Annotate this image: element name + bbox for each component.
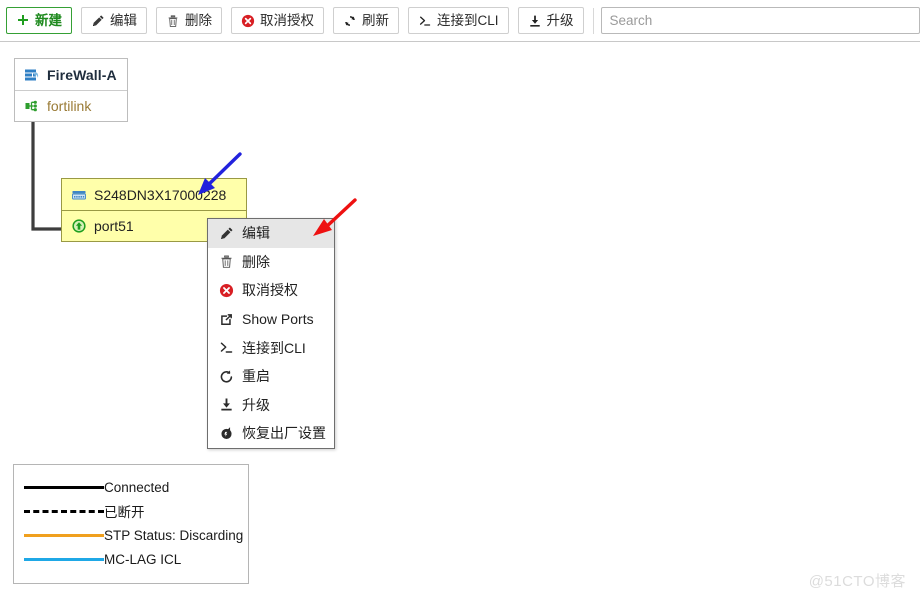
context-menu-item-factory-reset[interactable]: 恢复出厂设置 [208, 419, 334, 448]
firewall-icon [24, 67, 40, 83]
trash-icon [219, 254, 234, 269]
legend-item: STP Status: Discarding [14, 523, 248, 547]
external-link-icon [219, 312, 234, 327]
deauthorize-button-label: 取消授权 [260, 12, 314, 28]
context-menu-item-deauthorize[interactable]: 取消授权 [208, 276, 334, 305]
topology-canvas[interactable]: FireWall-A fortilink S248DN3X17000228 po… [0, 42, 920, 599]
switch-icon [71, 187, 87, 203]
trash-icon [166, 14, 180, 28]
switch-device-name: S248DN3X17000228 [94, 186, 227, 203]
deauthorize-icon [219, 283, 234, 298]
refresh-icon [343, 14, 357, 28]
restart-icon [219, 369, 234, 384]
context-menu-item-label: 删除 [242, 253, 270, 270]
new-button-label: 新建 [35, 12, 62, 28]
context-menu-item-upgrade[interactable]: 升级 [208, 391, 334, 420]
legend-item: 已断开 [14, 499, 248, 523]
delete-button[interactable]: 删除 [156, 7, 222, 34]
context-menu-item-label: 编辑 [242, 225, 270, 242]
connect-to-cli-button[interactable]: 连接到CLI [408, 7, 509, 34]
context-menu-item-connect-to-cli[interactable]: 连接到CLI [208, 333, 334, 362]
context-menu-item-show-ports[interactable]: Show Ports [208, 305, 334, 334]
legend: Connected 已断开 STP Status: Discarding MC-… [13, 464, 249, 584]
context-menu-item-edit[interactable]: 编辑 [208, 219, 334, 248]
plus-icon [16, 14, 30, 28]
legend-label: Connected [104, 479, 170, 495]
upgrade-button[interactable]: 升级 [517, 7, 584, 34]
toolbar: 新建 编辑 删除 取消授权 刷新 连接到CLI 升级 Search [0, 0, 920, 42]
deauthorize-icon [241, 14, 255, 28]
firewall-port-name: fortilink [47, 98, 92, 114]
delete-button-label: 删除 [185, 12, 212, 28]
legend-swatch-mclag-icl [24, 553, 104, 565]
upgrade-icon [528, 14, 542, 28]
legend-label: 已断开 [104, 505, 145, 520]
upgrade-button-label: 升级 [546, 12, 574, 28]
context-menu[interactable]: 编辑 删除 取消授权 Show Ports 连接到CLI 重启 升级 恢复出厂设… [207, 218, 335, 449]
factory-reset-icon [219, 426, 234, 441]
context-menu-item-restart[interactable]: 重启 [208, 362, 334, 391]
edit-button[interactable]: 编辑 [81, 7, 147, 34]
port-up-arrow-icon [71, 218, 87, 234]
context-menu-item-label: Show Ports [242, 311, 314, 328]
deauthorize-button[interactable]: 取消授权 [231, 7, 324, 34]
legend-item: Connected [14, 475, 248, 499]
legend-swatch-disconnected [24, 505, 104, 517]
legend-label: MC-LAG ICL [104, 551, 182, 567]
search-input[interactable] [600, 7, 920, 34]
context-menu-item-label: 连接到CLI [242, 339, 306, 356]
upgrade-icon [219, 397, 234, 412]
toolbar-separator [592, 7, 594, 34]
firewall-device-row[interactable]: FireWall-A [15, 59, 127, 90]
connect-to-cli-button-label: 连接到CLI [437, 12, 499, 28]
legend-swatch-connected [24, 481, 104, 493]
switch-port-name: port51 [94, 218, 134, 234]
context-menu-item-label: 重启 [242, 368, 270, 385]
pencil-icon [219, 226, 234, 241]
fortilink-icon [24, 98, 40, 114]
context-menu-item-label: 恢复出厂设置 [242, 425, 326, 442]
legend-swatch-stp-discarding [24, 529, 104, 541]
topology-node-firewall[interactable]: FireWall-A fortilink [14, 58, 128, 122]
new-button[interactable]: 新建 [6, 7, 72, 34]
context-menu-item-label: 升级 [242, 396, 270, 413]
cli-prompt-icon [219, 340, 234, 355]
refresh-button[interactable]: 刷新 [333, 7, 399, 34]
firewall-port-row[interactable]: fortilink [15, 90, 127, 121]
pencil-icon [91, 14, 105, 28]
switch-device-row[interactable]: S248DN3X17000228 [62, 179, 246, 210]
edit-button-label: 编辑 [110, 12, 137, 28]
legend-item: MC-LAG ICL [14, 547, 248, 571]
watermark: @51CTO博客 [808, 573, 906, 590]
context-menu-item-label: 取消授权 [242, 282, 298, 299]
context-menu-item-delete[interactable]: 删除 [208, 248, 334, 277]
firewall-device-name: FireWall-A [47, 66, 117, 83]
refresh-button-label: 刷新 [362, 12, 389, 28]
legend-label: STP Status: Discarding [104, 527, 244, 543]
cli-prompt-icon [418, 14, 432, 28]
